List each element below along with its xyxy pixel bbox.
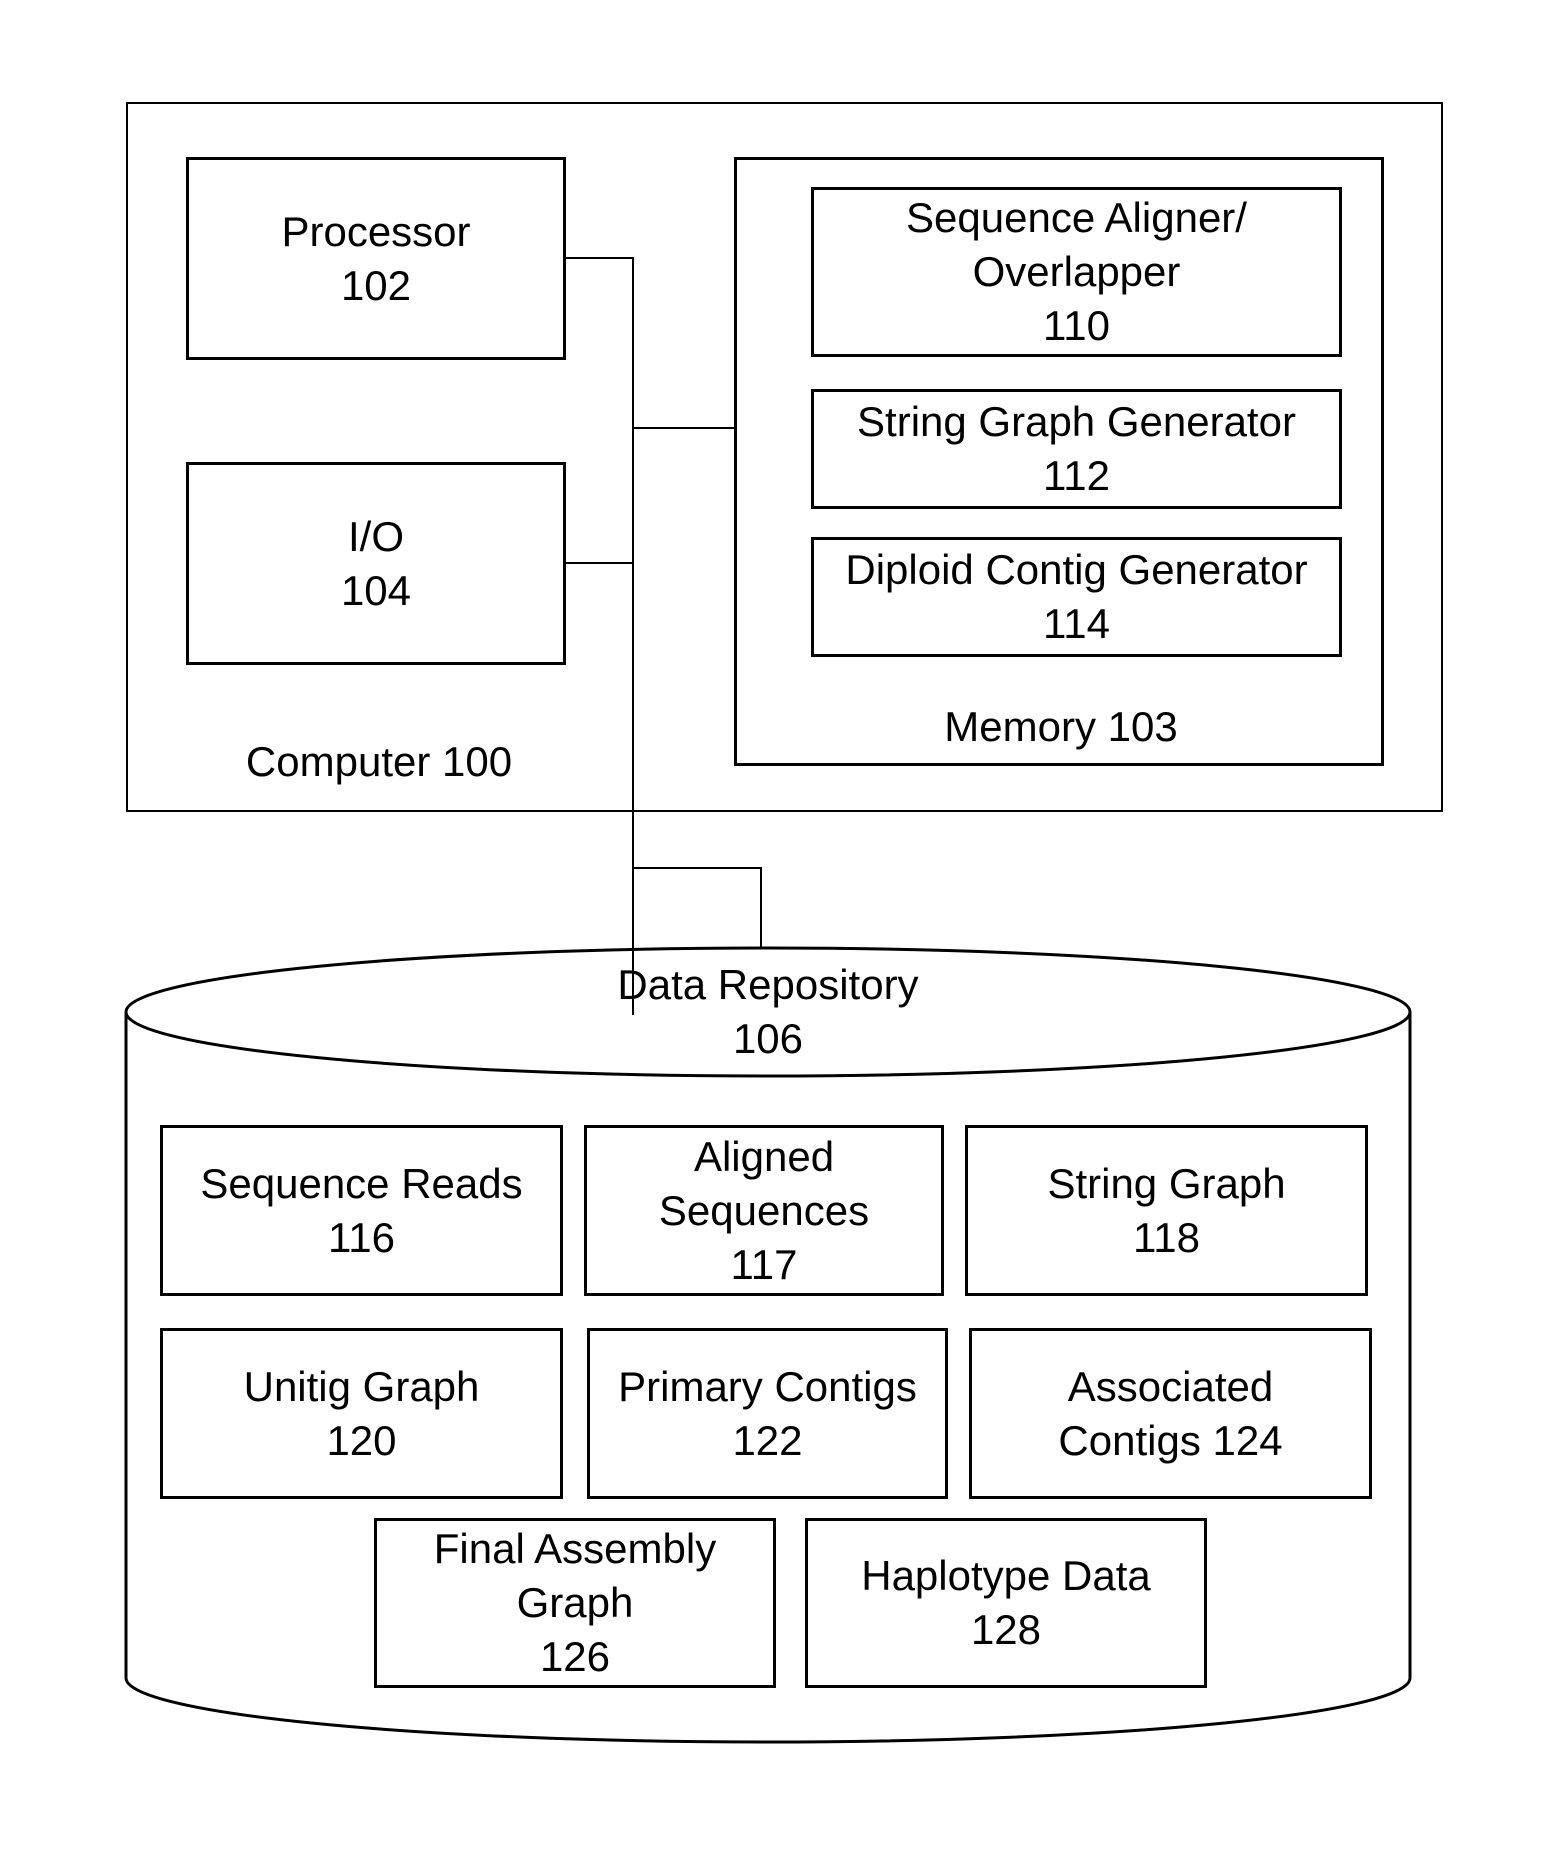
repository-name: Data Repository <box>617 961 919 1008</box>
memory-module-sequence-aligner: Sequence Aligner/ Overlapper 110 <box>811 187 1342 357</box>
memory-module-string-graph-generator: String Graph Generator 112 <box>811 389 1342 509</box>
repo-item-primary-contigs: Primary Contigs 122 <box>587 1328 948 1499</box>
repo-item-associated-contigs: Associated Contigs 124 <box>969 1328 1372 1499</box>
io-box: I/O 104 <box>186 462 566 665</box>
processor-box: Processor 102 <box>186 157 566 360</box>
repo-item-aligned-sequences: Aligned Sequences 117 <box>584 1125 944 1296</box>
module-line: Diploid Contig Generator <box>845 546 1308 593</box>
module-line: 110 <box>1043 302 1110 349</box>
item-line: 128 <box>970 1606 1042 1653</box>
item-line: 126 <box>539 1633 611 1680</box>
repository-title: Data Repository 106 <box>568 958 968 1066</box>
computer-label: Computer 100 <box>245 738 513 785</box>
item-line: Associated <box>1067 1362 1274 1410</box>
repo-item-string-graph: String Graph 118 <box>965 1125 1368 1296</box>
repo-item-haplotype-data: Haplotype Data 128 <box>805 1518 1207 1688</box>
memory-label: Memory 103 <box>944 703 1178 750</box>
item-line: Contigs 124 <box>1058 1416 1283 1464</box>
item-line: 116 <box>328 1213 395 1261</box>
module-line: Sequence Aligner/ <box>906 194 1247 241</box>
repository-ref: 106 <box>732 1015 804 1062</box>
module-line: Overlapper <box>972 248 1181 295</box>
item-line: Graph <box>516 1579 634 1626</box>
item-line: Unitig Graph <box>243 1362 480 1410</box>
item-line: Primary Contigs <box>618 1362 917 1410</box>
repo-item-sequence-reads: Sequence Reads 116 <box>160 1125 563 1296</box>
repo-item-final-assembly-graph: Final Assembly Graph 126 <box>374 1518 776 1688</box>
item-line: 120 <box>326 1416 397 1464</box>
repo-item-unitig-graph: Unitig Graph 120 <box>160 1328 563 1499</box>
processor-name: Processor <box>281 207 471 255</box>
repository-connector <box>632 812 762 948</box>
module-line: 112 <box>1043 452 1110 499</box>
item-line: Final Assembly <box>433 1525 717 1572</box>
item-line: 118 <box>1133 1213 1200 1261</box>
io-ref: 104 <box>340 566 412 614</box>
module-line: String Graph Generator <box>857 398 1296 445</box>
item-line: Sequence Reads <box>200 1159 523 1207</box>
item-line: String Graph <box>1047 1159 1286 1207</box>
io-name: I/O <box>347 512 404 560</box>
module-line: 114 <box>1043 600 1110 647</box>
memory-module-diploid-contig-generator: Diploid Contig Generator 114 <box>811 537 1342 657</box>
item-line: Sequences <box>658 1186 870 1234</box>
item-line: Aligned <box>693 1132 835 1180</box>
processor-ref: 102 <box>340 261 412 309</box>
item-line: 117 <box>730 1240 798 1288</box>
item-line: 122 <box>732 1416 803 1464</box>
item-line: Haplotype Data <box>861 1552 1151 1599</box>
